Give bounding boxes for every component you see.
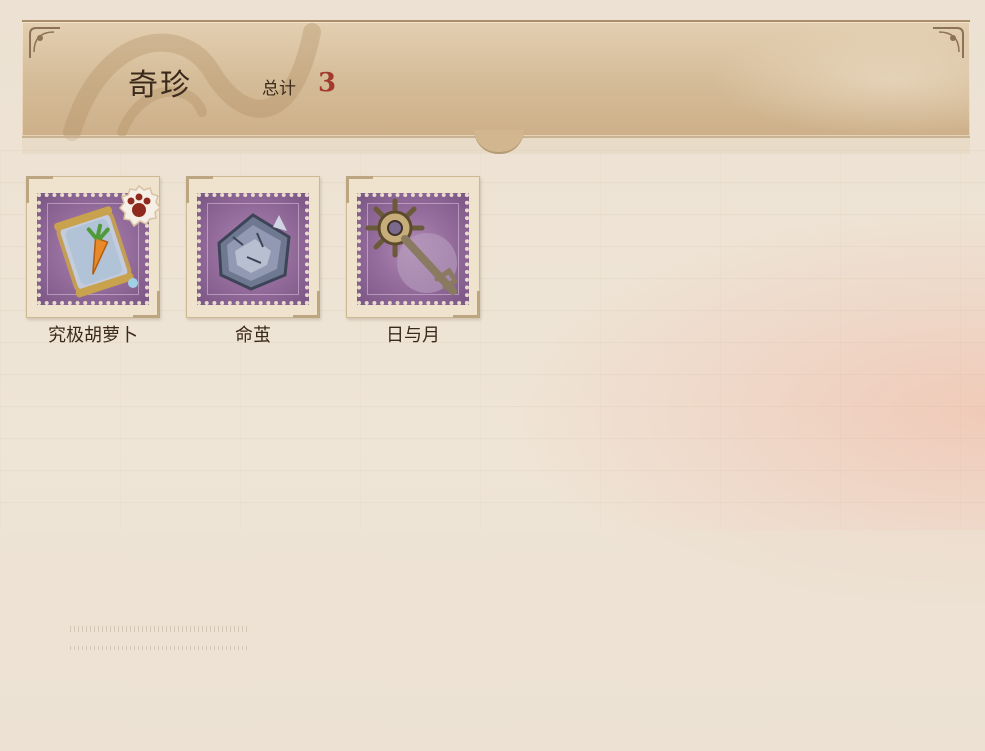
item-frame: [186, 176, 320, 318]
ruler-decoration: [70, 626, 250, 666]
item-name: 命茧: [235, 325, 271, 346]
item-name: 日与月: [386, 325, 440, 346]
total-count: 3: [318, 68, 337, 98]
item-name: 究极胡萝卜: [48, 325, 138, 346]
sun-key-icon: [365, 198, 458, 295]
silver-cocoon-icon: [217, 213, 291, 291]
paw-badge-icon: [118, 184, 160, 228]
item-frame: [346, 176, 480, 318]
item-grid: 究极胡萝卜 命茧 日与月: [26, 176, 496, 356]
corner-ornament-icon: [933, 27, 964, 58]
total-label: 总计: [262, 79, 296, 99]
corner-ornament-icon: [29, 27, 60, 58]
page-title: 奇珍: [128, 68, 192, 103]
